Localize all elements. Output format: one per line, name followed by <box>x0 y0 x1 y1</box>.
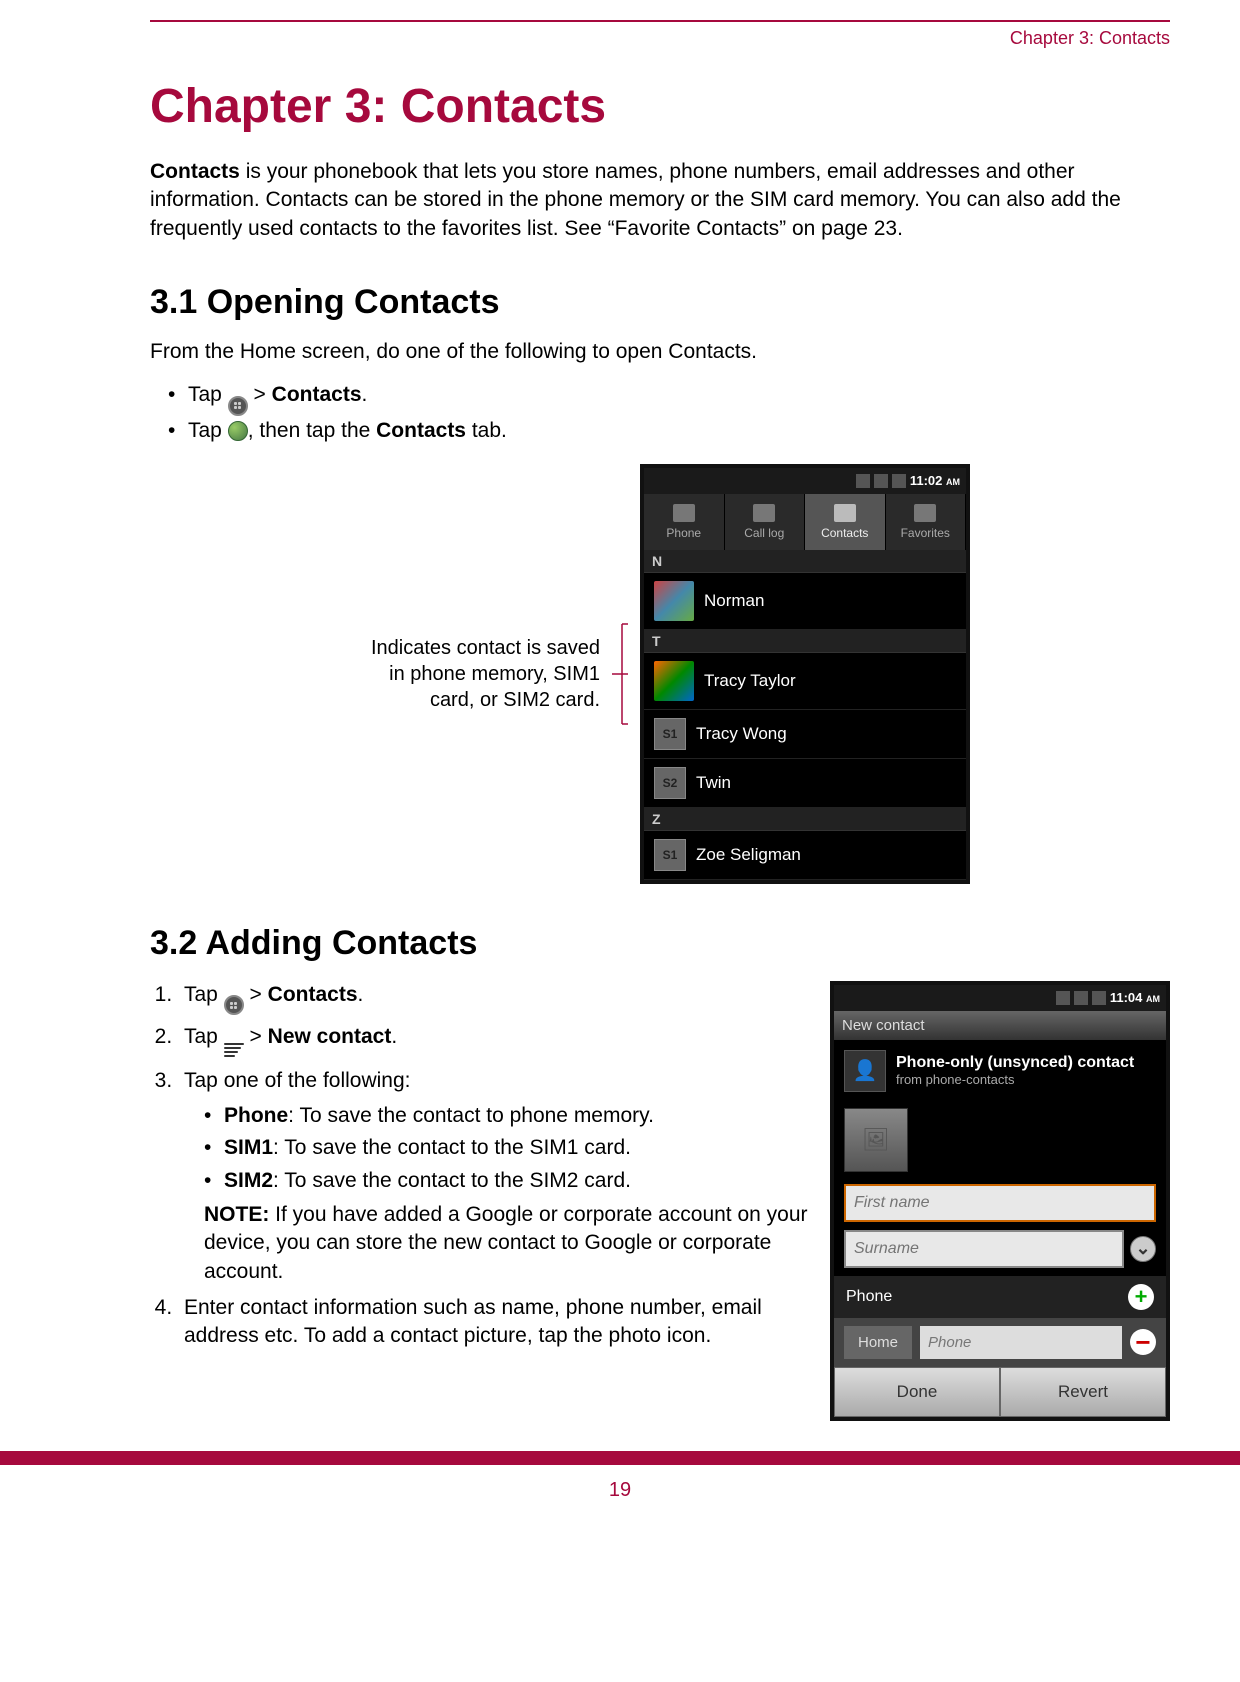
bullet-apps-contacts: Tap > Contacts. <box>168 380 1170 416</box>
phone-dial-icon <box>228 421 248 441</box>
action-buttons: Done Revert <box>834 1367 1166 1417</box>
screenshot-contacts-list: 11:02 AM Phone Call log Contacts Favorit… <box>640 464 970 884</box>
phone-number-input[interactable]: Phone <box>920 1326 1122 1359</box>
signal-icon-2 <box>1074 991 1088 1005</box>
screenshot-new-contact: 11:04 AM New contact 👤 Phone-only (unsyn… <box>830 981 1170 1421</box>
intro-paragraph: Contacts is your phonebook that lets you… <box>150 158 1170 243</box>
sim1-badge-icon: S1 <box>654 839 686 871</box>
intro-bold: Contacts <box>150 160 240 183</box>
first-name-input[interactable] <box>844 1184 1156 1222</box>
signal-icon-3 <box>892 474 906 488</box>
screen-title: New contact <box>834 1011 1166 1040</box>
note: NOTE: If you have added a Google or corp… <box>184 1201 810 1286</box>
star-icon <box>914 504 936 522</box>
apps-grid-icon <box>224 995 244 1015</box>
step-2: Tap > New contact. <box>178 1023 810 1059</box>
section-3-1-lead: From the Home screen, do one of the foll… <box>150 340 1170 364</box>
surname-field[interactable]: ⌄ <box>844 1230 1156 1268</box>
tab-phone[interactable]: Phone <box>644 494 725 550</box>
contact-row-norman[interactable]: Norman <box>644 573 966 630</box>
step-3: Tap one of the following: Phone: To save… <box>178 1067 810 1285</box>
section-3-2-title: 3.2 Adding Contacts <box>150 924 1170 963</box>
figure-contacts-list: Indicates contact is saved in phone memo… <box>150 464 1170 884</box>
section-letter-z: Z <box>644 808 966 831</box>
intro-rest: is your phonebook that lets you store na… <box>150 160 1121 240</box>
footer-rule <box>0 1451 1240 1465</box>
contact-row-tracy-wong[interactable]: S1 Tracy Wong <box>644 710 966 759</box>
adding-steps: Tap > Contacts. Tap > New contact. Tap o… <box>150 981 810 1351</box>
phone-type-select[interactable]: Home <box>844 1326 912 1359</box>
account-type-sub: from phone-contacts <box>896 1072 1134 1087</box>
account-type-title: Phone-only (unsynced) contact <box>896 1054 1134 1072</box>
first-name-field[interactable] <box>844 1184 1156 1222</box>
signal-icon-2 <box>874 474 888 488</box>
contact-photo <box>654 661 694 701</box>
remove-phone-icon[interactable]: − <box>1130 1329 1156 1355</box>
page-number: 19 <box>0 1465 1240 1532</box>
menu-icon <box>224 1041 244 1059</box>
contact-photo-slot[interactable]: 🖼 <box>844 1108 908 1172</box>
revert-button[interactable]: Revert <box>1000 1367 1166 1417</box>
option-phone: Phone: To save the contact to phone memo… <box>204 1102 810 1130</box>
contact-row-tracy-taylor[interactable]: Tracy Taylor <box>644 653 966 710</box>
header-chapter-label: Chapter 3: Contacts <box>150 22 1170 79</box>
contact-type-icon: 👤 <box>844 1050 886 1092</box>
callout-storage-indicator: Indicates contact is saved in phone memo… <box>350 635 600 713</box>
sim2-badge-icon: S2 <box>654 767 686 799</box>
account-type-row[interactable]: 👤 Phone-only (unsynced) contact from pho… <box>834 1040 1166 1102</box>
contacts-icon <box>834 504 856 522</box>
contact-name: Zoe Seligman <box>696 845 801 865</box>
tab-contacts[interactable]: Contacts <box>805 494 886 550</box>
signal-icon <box>1056 991 1070 1005</box>
add-phone-icon[interactable]: + <box>1128 1284 1154 1310</box>
status-time: 11:02 AM <box>910 473 960 488</box>
section-letter-n: N <box>644 550 966 573</box>
tab-call-log[interactable]: Call log <box>725 494 806 550</box>
opening-bullets: Tap > Contacts. Tap , then tap the Conta… <box>150 380 1170 446</box>
expand-name-icon[interactable]: ⌄ <box>1130 1236 1156 1262</box>
surname-input[interactable] <box>844 1230 1124 1268</box>
contact-row-twin[interactable]: S2 Twin <box>644 759 966 808</box>
contact-name: Norman <box>704 591 764 611</box>
status-time: 11:04 AM <box>1110 990 1160 1005</box>
chapter-title: Chapter 3: Contacts <box>150 79 1170 134</box>
phone-section-label: Phone + <box>834 1276 1166 1318</box>
section-3-1-title: 3.1 Opening Contacts <box>150 283 1170 322</box>
option-sim2: SIM2: To save the contact to the SIM2 ca… <box>204 1167 810 1195</box>
phone-entry-row: Home Phone − <box>834 1318 1166 1367</box>
contact-name: Tracy Wong <box>696 724 787 744</box>
step-4: Enter contact information such as name, … <box>178 1294 810 1351</box>
status-bar: 11:04 AM <box>834 985 1166 1011</box>
sim1-badge-icon: S1 <box>654 718 686 750</box>
clock-icon <box>673 504 695 522</box>
option-sim1: SIM1: To save the contact to the SIM1 ca… <box>204 1134 810 1162</box>
contact-name: Twin <box>696 773 731 793</box>
contact-name: Tracy Taylor <box>704 671 796 691</box>
storage-options: Phone: To save the contact to phone memo… <box>184 1102 810 1195</box>
section-letter-t: T <box>644 630 966 653</box>
callout-connector <box>612 614 628 734</box>
step-1: Tap > Contacts. <box>178 981 810 1016</box>
apps-grid-icon <box>228 396 248 416</box>
contact-photo <box>654 581 694 621</box>
done-button[interactable]: Done <box>834 1367 1000 1417</box>
tab-favorites[interactable]: Favorites <box>886 494 967 550</box>
signal-icon-3 <box>1092 991 1106 1005</box>
contact-row-zoe[interactable]: S1 Zoe Seligman <box>644 831 966 880</box>
status-bar: 11:02 AM <box>644 468 966 494</box>
top-tabs: Phone Call log Contacts Favorites <box>644 494 966 550</box>
signal-icon <box>856 474 870 488</box>
bullet-dial-contacts-tab: Tap , then tap the Contacts tab. <box>168 416 1170 446</box>
log-icon <box>753 504 775 522</box>
